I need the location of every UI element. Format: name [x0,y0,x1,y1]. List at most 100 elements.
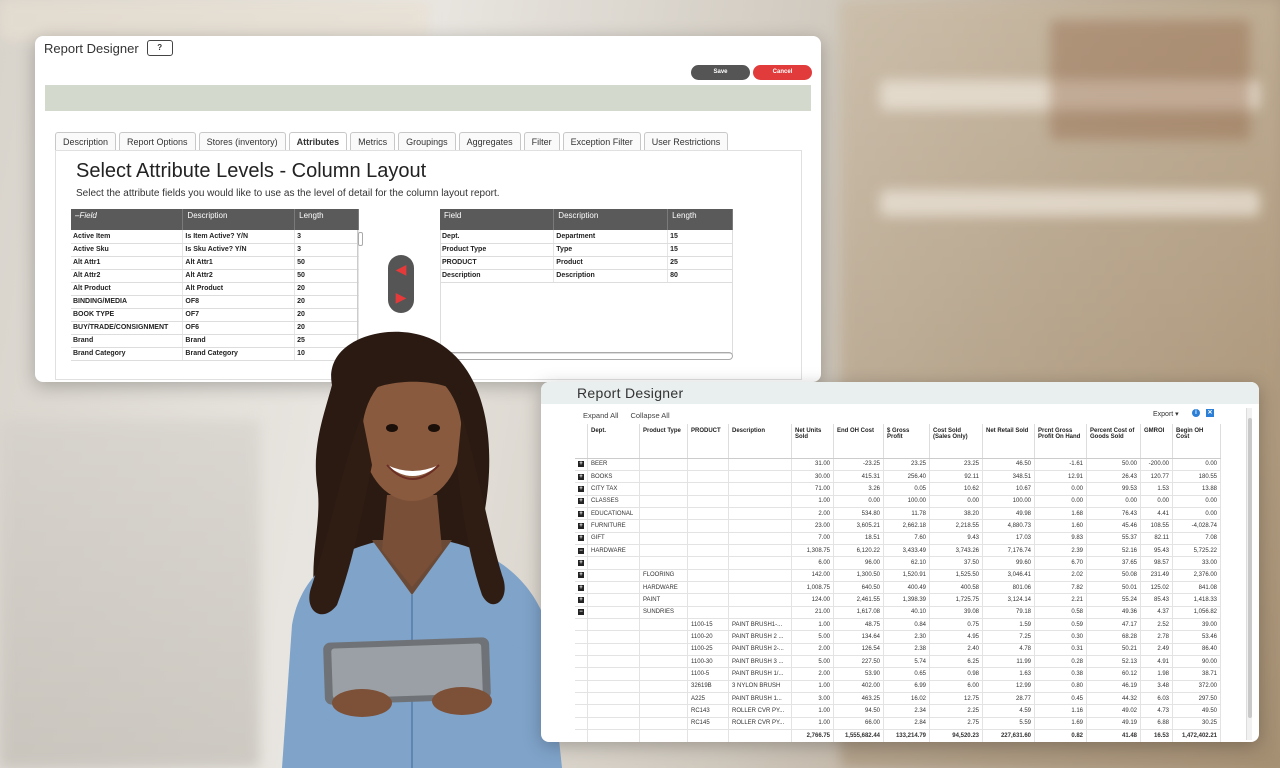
report-cell: 21.00 [791,606,834,619]
tab-stores-inventory[interactable]: Stores (inventory) [198,132,286,151]
expand-all-link[interactable]: Expand All [583,411,618,420]
help-button[interactable]: ? [146,40,173,56]
collapse-row-icon[interactable]: − [578,547,584,554]
report-column-header[interactable]: Net Units Sold [791,424,834,459]
expand-row-icon[interactable]: + [578,461,584,468]
report-column-header[interactable]: Description [728,424,792,459]
expand-row-icon[interactable]: + [578,510,584,517]
report-cell: 9.83 [1034,532,1087,545]
expand-row-icon[interactable]: + [578,522,584,529]
report-cell: 79.18 [982,606,1035,619]
tab-metrics[interactable]: Metrics [350,132,396,151]
available-field-row[interactable]: Alt Attr1 Alt Attr1 50 [71,256,359,270]
expand-row-icon[interactable]: + [578,498,584,505]
column-header[interactable]: –Field [71,209,184,230]
report-column-header[interactable]: Cost Sold (Sales Only) [929,424,983,459]
report-cell: 2.49 [1140,643,1173,657]
column-header[interactable]: Length [667,209,733,230]
close-icon[interactable]: ✕ [1206,409,1214,417]
expand-row-icon[interactable]: + [578,473,584,480]
expand-row-icon[interactable]: + [578,572,584,579]
report-cell [639,630,688,644]
report-scrollbar[interactable] [1246,408,1252,740]
report-cell: 1.59 [982,618,1035,632]
scroll-thumb[interactable] [358,232,363,246]
report-cell: 3,743.26 [929,544,983,558]
row-toggle-cell: + [575,593,588,607]
report-cell: -23.25 [833,458,884,471]
report-cell [728,593,792,607]
report-cell: 13.88 [1172,482,1221,496]
export-dropdown[interactable]: Export ▾ [1153,410,1179,418]
field-length: 3 [294,230,359,244]
tab-report-options[interactable]: Report Options [119,132,196,151]
tab-aggregates[interactable]: Aggregates [458,132,521,151]
report-column-header[interactable]: Product Type [639,424,688,459]
report-cell [687,458,729,471]
available-field-row[interactable]: Alt Attr2 Alt Attr2 50 [71,269,359,283]
report-cell: 6.70 [1034,556,1087,570]
scroll-thumb[interactable] [1248,418,1252,718]
report-totals-row: 2,766.75 1,555,682.44 133,214.79 94,520.23 2… [575,729,1221,742]
expand-row-icon[interactable]: + [578,559,584,566]
tab-user-restrictions[interactable]: User Restrictions [643,132,729,151]
tab-exception-filter[interactable]: Exception Filter [562,132,641,151]
report-cell: 640.50 [833,581,884,595]
field-length: 20 [294,295,359,309]
report-column-header[interactable]: $ Gross Profit [883,424,930,459]
expand-row-icon[interactable]: + [578,584,584,591]
move-left-arrow-icon[interactable]: ◀ [393,262,409,276]
available-field-row[interactable]: Alt Product Alt Product 20 [71,282,359,296]
info-icon[interactable]: i [1192,409,1200,417]
report-column-header[interactable]: Percent Cost of Goods Sold [1086,424,1141,459]
report-column-header[interactable]: Begin OH Cost [1172,424,1221,459]
row-toggle-cell: − [575,544,588,558]
field-name: BOOK TYPE [71,308,184,322]
available-field-row[interactable]: BINDING/MEDIA OF8 20 [71,295,359,309]
expand-row-icon[interactable]: + [578,535,584,542]
report-cell [728,482,792,496]
report-cell [728,495,792,508]
report-total-cell [687,729,729,742]
tab-groupings[interactable]: Groupings [398,132,456,151]
report-column-header[interactable]: GMROI [1140,424,1173,459]
report-cell: 39.00 [1172,618,1221,632]
report-cell: 18.51 [833,532,884,545]
cancel-button[interactable]: Cancel [753,65,812,80]
report-cell: 4.41 [1140,507,1173,521]
available-field-row[interactable]: Active Sku Is Sku Active? Y/N 3 [71,243,359,257]
tab-attributes[interactable]: Attributes [288,132,348,151]
tab-filter[interactable]: Filter [523,132,560,151]
report-column-header[interactable]: End OH Cost [833,424,884,459]
report-column-header[interactable]: PRODUCT [687,424,729,459]
column-header[interactable]: Description [182,209,296,230]
report-row: +6.00 96.00 62.10 37.50 99.60 6.70 37.65 98.57 3… [575,556,1221,570]
report-column-header[interactable]: Prcnt Gross Profit On Hand [1034,424,1087,459]
available-field-row[interactable]: Active Item Is Item Active? Y/N 3 [71,230,359,244]
collapse-row-icon[interactable]: − [578,609,584,616]
save-button[interactable]: Save [691,65,750,80]
column-header[interactable]: Field [440,209,555,230]
report-cell: 49.98 [982,507,1035,521]
report-cell [587,556,640,570]
report-cell: 3 NYLON BRUSH [728,680,792,694]
page-heading: Select Attribute Levels - Column Layout [76,160,427,182]
report-cell: 5.00 [791,655,834,669]
column-header[interactable]: Description [553,209,669,230]
report-cell [639,519,688,533]
report-cell [728,532,792,545]
column-header[interactable]: Length [294,209,359,230]
report-row: + HARDWARE 1,008.75 640.50 400.49 400.58 801.0… [575,581,1221,595]
report-column-header[interactable]: Dept. [587,424,640,459]
collapse-all-link[interactable]: Collapse All [630,411,669,420]
tab-description[interactable]: Description [55,132,117,151]
move-right-arrow-icon[interactable]: ▶ [393,290,409,304]
report-column-header[interactable]: Net Retail Sold [982,424,1035,459]
row-toggle-cell [575,680,588,694]
report-cell [728,556,792,570]
field-name: Active Item [71,230,184,244]
available-field-row[interactable]: BOOK TYPE OF7 20 [71,308,359,322]
row-toggle-cell [575,655,588,669]
expand-row-icon[interactable]: + [578,596,584,603]
expand-row-icon[interactable]: + [578,485,584,492]
